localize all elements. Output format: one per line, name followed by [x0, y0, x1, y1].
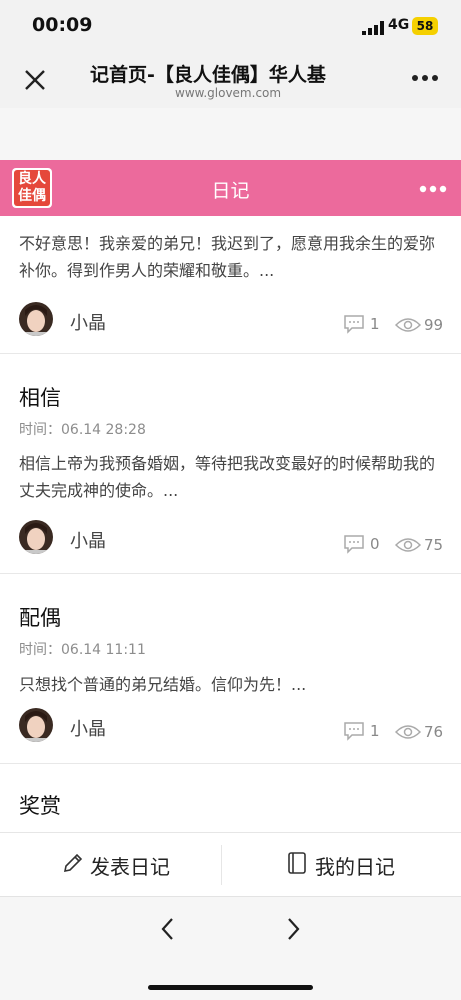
- comment-count: 0: [370, 535, 380, 553]
- book-icon[interactable]: [287, 852, 307, 874]
- battery-indicator: 58: [412, 17, 438, 35]
- publish-diary-button[interactable]: 发表日记: [90, 851, 170, 880]
- view-count: 76: [424, 723, 444, 741]
- header-title: 日记: [211, 180, 250, 202]
- avatar: [19, 302, 53, 336]
- page-url: www.glovem.com: [175, 86, 282, 100]
- my-diary-button[interactable]: 我的日记: [315, 851, 395, 880]
- author-name[interactable]: 小晶: [70, 527, 106, 553]
- action-divider: [221, 845, 222, 885]
- signal-icon: [362, 21, 384, 35]
- entry-title[interactable]: 相信: [19, 382, 61, 412]
- entry-excerpt: 相信上帝为我预备婚姻，等待把我改变最好的时候帮助我的丈夫完成神的使命。...: [19, 454, 436, 500]
- pen-icon[interactable]: [62, 852, 84, 874]
- eye-icon: [395, 725, 421, 739]
- author-name[interactable]: 小晶: [70, 309, 106, 335]
- page-spacer: [0, 108, 461, 160]
- status-time: 00:09: [32, 14, 93, 36]
- close-icon[interactable]: [22, 67, 48, 93]
- status-bar: 00:09 4G 58: [0, 0, 461, 52]
- comment-icon: [344, 315, 364, 334]
- browser-nav-bar: 记首页-【良人佳偶】华人基 www.glovem.com: [0, 52, 461, 108]
- entry-title[interactable]: 奖赏: [19, 790, 61, 820]
- comment-icon: [344, 722, 364, 741]
- entry-title[interactable]: 配偶: [19, 602, 61, 632]
- comment-count: 1: [370, 315, 380, 333]
- avatar: [19, 520, 53, 554]
- entry-excerpt: 只想找个普通的弟兄结婚。信仰为先！...: [19, 675, 307, 694]
- view-count: 99: [424, 316, 444, 334]
- view-count: 75: [424, 536, 444, 554]
- forward-chevron-icon[interactable]: [283, 916, 303, 942]
- comment-count: 1: [370, 722, 380, 740]
- network-type: 4G: [388, 17, 410, 33]
- page-title: 记首页-【良人佳偶】华人基: [90, 64, 326, 86]
- back-chevron-icon[interactable]: [158, 916, 178, 942]
- avatar: [19, 708, 53, 742]
- eye-icon: [395, 538, 421, 552]
- header-more-icon[interactable]: [418, 183, 448, 195]
- entry-excerpt: 不好意思！我亲爱的弟兄！我迟到了，愿意用我余生的爱弥补你。得到作男人的荣耀和敬重…: [19, 234, 436, 280]
- entry-time: 时间：06.14 11:11: [19, 642, 146, 658]
- entry-time: 时间：06.14 28:28: [19, 422, 146, 438]
- more-dots-icon[interactable]: [410, 72, 440, 84]
- home-indicator[interactable]: [148, 985, 313, 990]
- eye-icon: [395, 318, 421, 332]
- comment-icon: [344, 535, 364, 554]
- author-name[interactable]: 小晶: [70, 715, 106, 741]
